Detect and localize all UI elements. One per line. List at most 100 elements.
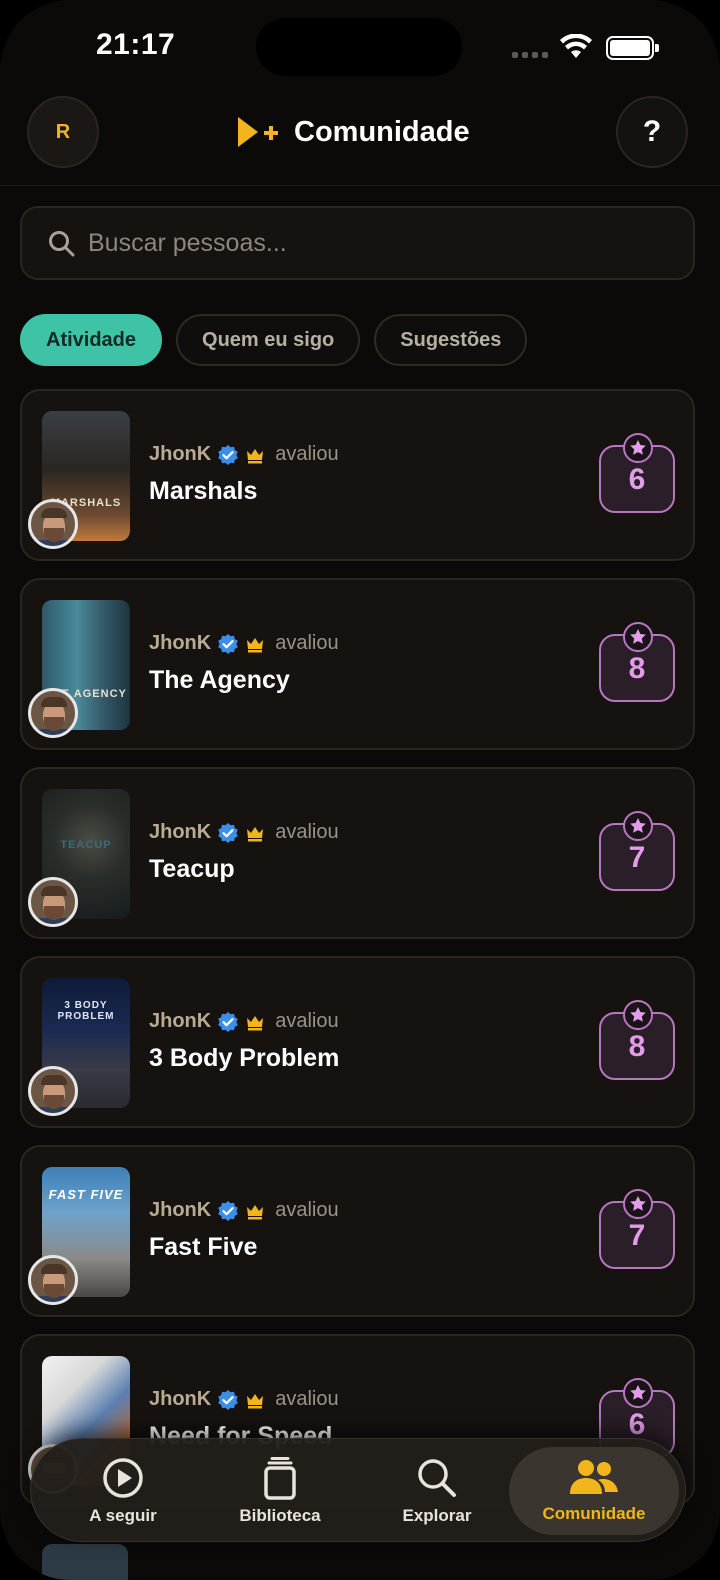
rating-value: 7 [628,1219,646,1252]
verified-icon [218,1200,239,1221]
wifi-icon [560,34,592,58]
rating-value: 6 [628,463,646,496]
activity-feed: MARSHALS JhonK avaliou Marshals 6 THE AG… [20,389,695,1523]
activity-meta: JhonK avaliou [149,632,339,655]
rating-value: 6 [628,1408,646,1441]
crown-icon [247,448,264,463]
rating-badge: 7 [599,1189,675,1269]
activity-card[interactable]: THE AGENCY JhonK avaliou The Agency 8 [20,578,695,750]
bottom-nav: A seguir Biblioteca Explorar Comunidade [30,1438,686,1542]
crown-icon [247,826,264,841]
activity-meta: JhonK avaliou [149,443,339,466]
nav-label: A seguir [89,1506,157,1525]
username[interactable]: JhonK [149,821,211,844]
tab-following[interactable]: Quem eu sigo [176,314,361,366]
star-icon [623,1378,653,1408]
user-avatar[interactable] [28,1255,78,1305]
search-input[interactable] [88,208,678,278]
nav-label: Comunidade [542,1504,646,1523]
activity-action: avaliou [275,1010,339,1032]
movie-title[interactable]: The Agency [149,666,290,695]
username[interactable]: JhonK [149,1199,211,1222]
activity-action: avaliou [275,1199,339,1221]
status-bar: 21:17 [0,0,720,90]
crown-icon [247,1015,264,1030]
rating-badge: 8 [599,1000,675,1080]
movie-title[interactable]: Marshals [149,477,257,506]
username[interactable]: JhonK [149,632,211,655]
phone-screen: 21:17 R Comunidade ? Atividade Quem eu s [0,0,720,1580]
username[interactable]: JhonK [149,1388,211,1411]
activity-action: avaliou [275,821,339,843]
nav-label: Explorar [402,1506,472,1525]
rating-badge: 7 [599,811,675,891]
activity-card[interactable]: FAST FIVE JhonK avaliou Fast Five 7 [20,1145,695,1317]
header: R Comunidade ? [0,96,720,186]
search-bar[interactable] [20,206,695,280]
activity-card[interactable]: MARSHALS JhonK avaliou Marshals 6 [20,389,695,561]
rating-value: 8 [628,1030,646,1063]
dynamic-island [256,18,462,76]
verified-icon [218,444,239,465]
search-icon [49,231,75,257]
status-time: 21:17 [96,28,176,61]
poster-title-text: FAST FIVE [48,1187,124,1202]
username[interactable]: JhonK [149,443,211,466]
verified-icon [218,633,239,654]
filter-tabs: Atividade Quem eu sigo Sugestões [20,314,528,366]
crown-icon [247,1393,264,1408]
search-icon [418,1459,456,1497]
activity-action: avaliou [275,1388,339,1410]
battery-icon [606,36,659,60]
activity-meta: JhonK avaliou [149,1388,339,1411]
page-title: Comunidade [294,115,470,148]
star-icon [623,622,653,652]
star-icon [623,433,653,463]
activity-meta: JhonK avaliou [149,1010,339,1033]
activity-meta: JhonK avaliou [149,1199,339,1222]
activity-card[interactable]: 3 BODY PROBLEM JhonK avaliou 3 Body Prob… [20,956,695,1128]
verified-icon [218,1011,239,1032]
verified-icon [218,1389,239,1410]
nav-item-explore[interactable]: Explorar [357,1439,517,1543]
poster-title-text: 3 BODY PROBLEM [57,1000,115,1022]
user-avatar[interactable] [28,877,78,927]
help-button[interactable]: ? [616,96,688,168]
tab-suggestions[interactable]: Sugestões [374,314,528,366]
rating-value: 8 [628,652,646,685]
play-plus-logo-icon [238,117,278,147]
tab-activity[interactable]: Atividade [20,314,163,366]
star-icon [623,1000,653,1030]
movie-title[interactable]: Fast Five [149,1233,257,1262]
nav-label: Biblioteca [239,1506,321,1525]
star-icon [623,1189,653,1219]
profile-avatar-button[interactable]: R [27,96,99,168]
signal-icon [512,52,548,58]
movie-title[interactable]: Teacup [149,855,235,884]
crown-icon [247,637,264,652]
user-avatar[interactable] [28,499,78,549]
movie-title[interactable]: 3 Body Problem [149,1044,339,1073]
library-icon [264,1457,296,1500]
star-icon [623,811,653,841]
nav-item-community[interactable]: Comunidade [509,1447,679,1535]
user-avatar[interactable] [28,688,78,738]
nav-item-library[interactable]: Biblioteca [200,1439,360,1543]
rating-badge: 6 [599,433,675,513]
crown-icon [247,1204,264,1219]
activity-action: avaliou [275,632,339,654]
activity-card[interactable]: TEACUP JhonK avaliou Teacup 7 [20,767,695,939]
page-title-wrap: Comunidade [236,114,470,150]
people-icon [570,1460,618,1494]
rating-badge: 8 [599,622,675,702]
username[interactable]: JhonK [149,1010,211,1033]
nav-item-up-next[interactable]: A seguir [43,1439,203,1543]
play-circle-icon [103,1458,143,1498]
verified-icon [218,822,239,843]
poster-title-text: TEACUP [60,839,112,851]
activity-meta: JhonK avaliou [149,821,339,844]
user-avatar[interactable] [28,1066,78,1116]
activity-action: avaliou [275,443,339,465]
rating-value: 7 [628,841,646,874]
next-poster-peek [42,1544,128,1580]
